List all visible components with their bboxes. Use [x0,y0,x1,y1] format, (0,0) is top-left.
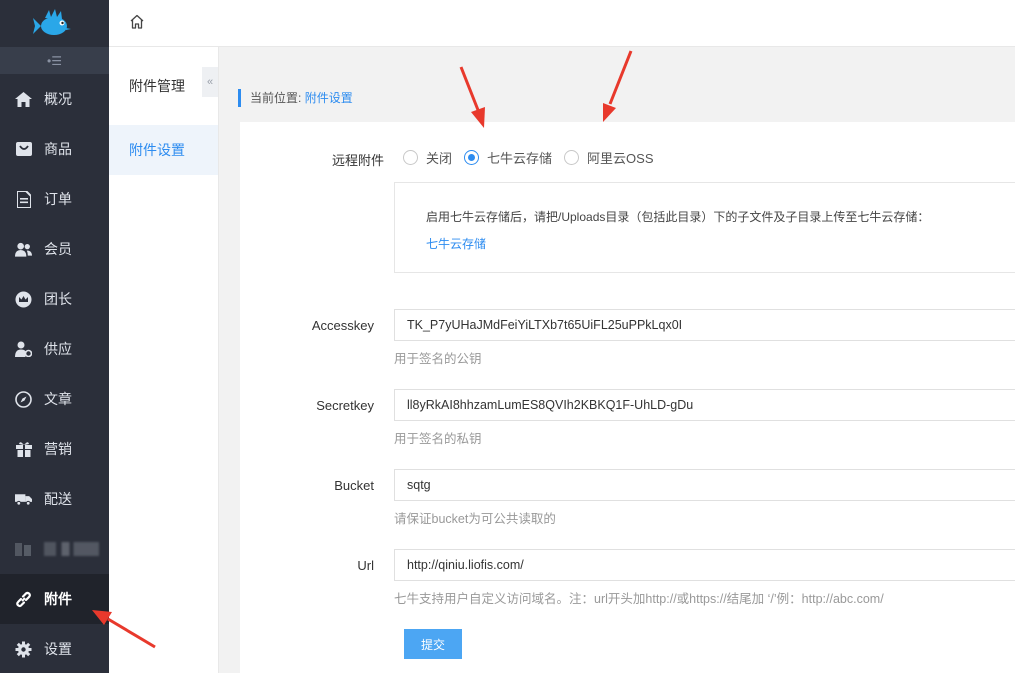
accesskey-label: Accesskey [311,318,374,333]
sidebar-item-articles[interactable]: 文章 [0,374,109,424]
secretkey-input[interactable] [394,389,1015,421]
sidebar-item-leaders[interactable]: 团长 [0,274,109,324]
radio-label: 七牛云存储 [487,151,553,166]
secretkey-hint: 用于签名的私钥 [394,432,482,446]
top-bar [109,0,1015,47]
gear-icon [15,641,32,658]
sidebar-item-supply[interactable]: 供应 [0,324,109,374]
crown-icon [15,291,32,308]
sidebar-item-orders[interactable]: 订单 [0,174,109,224]
collapse-submenu-button[interactable]: « [202,67,218,97]
settings-form: 远程附件 关闭 七牛云存储 阿里云OSS 启用七牛云存储后，请把/Uploads… [240,122,1015,673]
gift-icon [15,441,32,458]
sidebar-nav: 概况 商品 订单 会员 团长 供应 文章 营销 配送 附件 设置 [0,74,109,673]
logo[interactable] [0,0,109,47]
secretkey-label: Secretkey [316,398,374,413]
accesskey-hint: 用于签名的公钥 [394,352,482,366]
compass-icon [15,390,32,408]
radio-circle[interactable] [564,150,580,165]
sidebar-item-label: 营销 [44,441,72,457]
sidebar-item-goods[interactable]: 商品 [0,124,109,174]
main-sidebar: •☰ 概况 商品 订单 会员 团长 供应 文章 营销 配送 附件 设置 [0,0,109,673]
sidebar-item-label: 团长 [44,291,72,307]
qiniu-notice: 启用七牛云存储后，请把/Uploads目录（包括此目录）下的子文件及子目录上传至… [394,182,1015,273]
radio-circle[interactable] [403,150,418,165]
document-icon [15,190,32,208]
bucket-input[interactable] [394,469,1015,501]
accesskey-input[interactable] [394,309,1015,341]
arrow-to-qiniu-option [459,66,485,128]
sidebar-item-overview[interactable]: 概况 [0,74,109,124]
radio-label: 阿里云OSS [587,151,654,166]
sidebar-item-delivery[interactable]: 配送 [0,474,109,524]
sidebar-item-attachments[interactable]: 附件 [0,574,109,624]
sidebar-item-label: 会员 [44,241,72,257]
sidebar-item-settings[interactable]: 设置 [0,624,109,673]
sidebar-item-label: 设置 [44,641,72,657]
sidebar-item-label: 概况 [44,91,72,107]
url-input[interactable] [394,549,1015,581]
submenu-item-attachment-settings[interactable]: 附件设置 [109,125,218,175]
radio-label: 关闭 [426,151,453,166]
bucket-hint: 请保证bucket为可公共读取的 [394,512,556,526]
blurred-label [44,542,99,556]
qiniu-link[interactable]: 七牛云存储 [426,235,486,252]
sidebar-item-marketing[interactable]: 营销 [0,424,109,474]
radio-aliyun-oss[interactable]: 阿里云OSS [564,148,654,167]
menu-toggle-icon: •☰ [47,53,62,68]
home-icon[interactable] [129,14,147,32]
sidebar-item-label: 订单 [44,191,72,207]
users-icon [15,241,32,258]
submit-button[interactable]: 提交 [404,629,462,659]
remote-attachment-options: 关闭 七牛云存储 阿里云OSS [403,148,666,167]
url-hint: 七牛支持用户自定义访问域名。注：url开头加http://或https://结尾… [394,592,884,606]
link-icon [15,591,32,608]
truck-icon [15,491,32,508]
sidebar-item-label: 商品 [44,141,72,157]
url-label: Url [357,558,374,573]
sidebar-collapse-toggle[interactable]: •☰ [0,47,109,74]
radio-circle[interactable] [464,150,480,165]
secondary-menu: 附件管理 « 附件设置 [109,47,219,673]
sidebar-item-label: 文章 [44,391,72,407]
sidebar-item-blurred[interactable] [0,524,109,574]
shopping-bag-icon [15,141,32,158]
sidebar-item-label: 附件 [44,591,72,607]
radio-qiniu[interactable]: 七牛云存储 [464,148,552,167]
notice-text: 启用七牛云存储后，请把/Uploads目录（包括此目录）下的子文件及子目录上传至… [426,210,930,224]
bucket-label: Bucket [334,478,374,493]
sidebar-item-members[interactable]: 会员 [0,224,109,274]
sidebar-item-label: 配送 [44,491,72,507]
home-icon [15,91,32,108]
radio-off[interactable]: 关闭 [403,148,452,167]
breadcrumb-prefix: 当前位置: [250,91,302,105]
sidebar-item-label: 供应 [44,341,72,357]
arrow-to-aliyun-option [603,50,633,122]
remote-attachment-label: 远程附件 [331,153,384,168]
fish-logo-icon [32,8,71,35]
breadcrumb-current[interactable]: 附件设置 [305,91,353,105]
blurred-icon [15,541,32,558]
supplier-icon [15,341,32,358]
breadcrumb: 当前位置: 附件设置 [238,89,353,107]
